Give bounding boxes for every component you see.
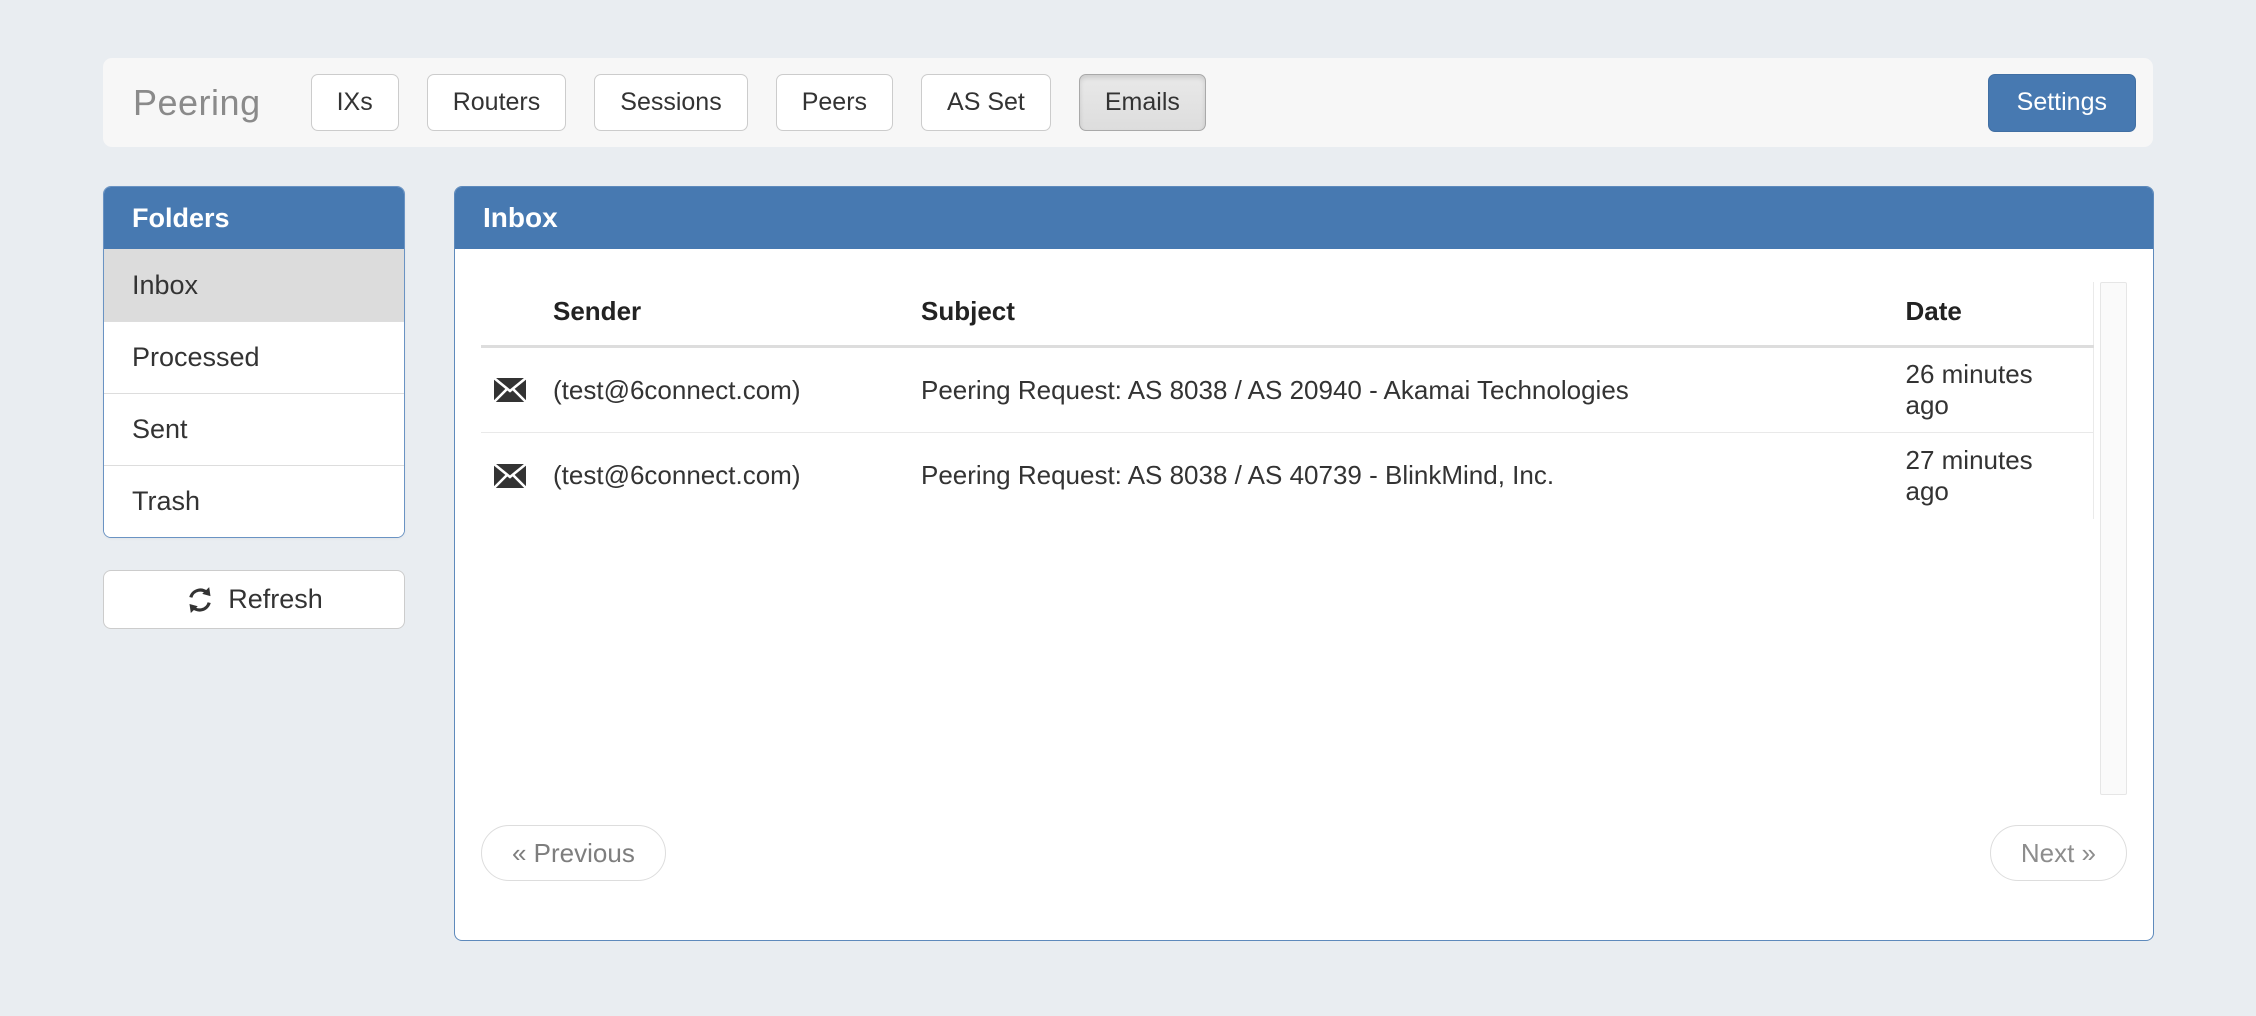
envelope-cell	[481, 433, 541, 519]
tab-emails[interactable]: Emails	[1079, 74, 1206, 131]
pagination: « Previous Next »	[481, 825, 2127, 881]
table-header-row: Sender Subject Date	[481, 282, 2094, 347]
column-header-subject: Subject	[909, 282, 1894, 347]
sender-cell: (test@6connect.com)	[541, 347, 909, 433]
inbox-panel: Inbox Sender Subject Date	[454, 186, 2154, 941]
tab-routers[interactable]: Routers	[427, 74, 567, 131]
folder-item-sent[interactable]: Sent	[104, 393, 404, 465]
refresh-label: Refresh	[228, 584, 323, 615]
sender-cell: (test@6connect.com)	[541, 433, 909, 519]
email-table-area: Sender Subject Date	[481, 282, 2127, 795]
page-title: Peering	[133, 82, 261, 124]
refresh-icon	[185, 585, 215, 615]
envelope-icon	[493, 376, 529, 404]
folder-item-trash[interactable]: Trash	[104, 465, 404, 537]
previous-button[interactable]: « Previous	[481, 825, 666, 881]
tab-ixs[interactable]: IXs	[311, 74, 399, 131]
next-button[interactable]: Next »	[1990, 825, 2127, 881]
tab-sessions[interactable]: Sessions	[594, 74, 747, 131]
date-cell: 27 minutes ago	[1894, 433, 2094, 519]
folder-item-inbox[interactable]: Inbox	[104, 249, 404, 321]
inbox-header: Inbox	[455, 187, 2153, 249]
refresh-button[interactable]: Refresh	[103, 570, 405, 629]
subject-cell: Peering Request: AS 8038 / AS 40739 - Bl…	[909, 433, 1894, 519]
column-header-sender: Sender	[541, 282, 909, 347]
settings-button[interactable]: Settings	[1988, 74, 2136, 132]
folders-panel: Folders Inbox Processed Sent Trash	[103, 186, 405, 538]
email-table: Sender Subject Date	[481, 282, 2094, 519]
date-cell: 26 minutes ago	[1894, 347, 2094, 433]
folder-item-processed[interactable]: Processed	[104, 321, 404, 393]
column-header-date: Date	[1894, 282, 2094, 347]
envelope-cell	[481, 347, 541, 433]
tab-as-set[interactable]: AS Set	[921, 74, 1051, 131]
tab-bar: IXs Routers Sessions Peers AS Set Emails	[311, 74, 1206, 131]
email-row[interactable]: (test@6connect.com) Peering Request: AS …	[481, 347, 2094, 433]
subject-cell: Peering Request: AS 8038 / AS 20940 - Ak…	[909, 347, 1894, 433]
top-bar: Peering IXs Routers Sessions Peers AS Se…	[103, 58, 2153, 147]
scrollbar-track[interactable]	[2100, 282, 2127, 795]
column-header-icon	[481, 282, 541, 347]
email-row[interactable]: (test@6connect.com) Peering Request: AS …	[481, 433, 2094, 519]
tab-peers[interactable]: Peers	[776, 74, 893, 131]
envelope-icon	[493, 462, 529, 490]
folders-header: Folders	[104, 187, 404, 249]
